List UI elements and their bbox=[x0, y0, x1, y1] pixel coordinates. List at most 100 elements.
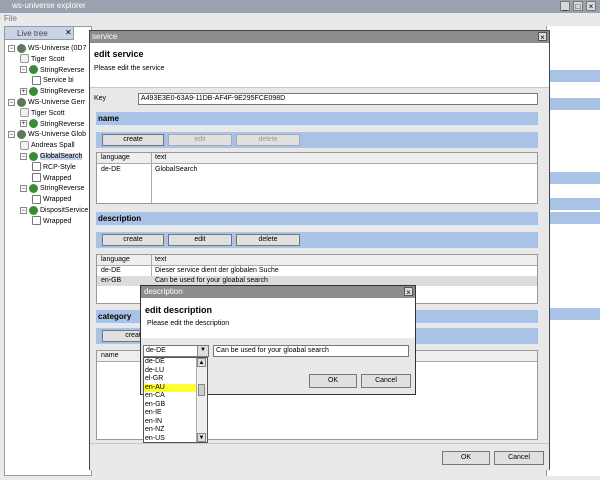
service-icon bbox=[29, 86, 38, 96]
table-row[interactable]: de-DE Dieser service dient der globalen … bbox=[97, 266, 537, 276]
tree-item[interactable]: Andreas Spall bbox=[20, 140, 75, 151]
name-button-row: create edit delete bbox=[96, 132, 538, 148]
binding-icon bbox=[32, 173, 41, 183]
tree-item[interactable]: − WS-Universe Gerr bbox=[8, 97, 85, 108]
category-section-label: category bbox=[98, 312, 132, 321]
tree-item-label: GlobalSearch bbox=[40, 153, 83, 160]
tree-item-label: WS-Universe Glob bbox=[28, 131, 86, 139]
tree-item[interactable]: Tiger Scott bbox=[20, 108, 65, 119]
language-option[interactable]: en-NZ bbox=[144, 426, 198, 435]
collapse-icon[interactable]: − bbox=[8, 131, 15, 139]
chevron-down-icon[interactable]: ▼ bbox=[197, 346, 208, 356]
description-dialog-titlebar: description × bbox=[141, 286, 415, 298]
language-option[interactable]: de-DE bbox=[144, 358, 198, 367]
row-text: Dieser service dient der globalen Suche bbox=[155, 267, 279, 274]
tree-item[interactable]: − GlobalSearch bbox=[20, 151, 83, 162]
description-table-header: language text bbox=[97, 255, 537, 266]
tree-item[interactable]: RCP-Style bbox=[32, 162, 76, 173]
expand-icon[interactable]: + bbox=[20, 120, 27, 128]
service-icon bbox=[29, 65, 38, 75]
language-option[interactable]: de-LU bbox=[144, 367, 198, 376]
tree-item[interactable]: − StringReverse bbox=[20, 65, 84, 76]
language-option[interactable]: en-US bbox=[144, 435, 198, 443]
scroll-thumb[interactable] bbox=[198, 384, 205, 396]
world-icon bbox=[17, 97, 26, 107]
language-option[interactable]: en-IN bbox=[144, 418, 198, 427]
tree-item-label: Tiger Scott bbox=[31, 55, 65, 63]
tree-item[interactable]: Wrapped bbox=[32, 194, 71, 205]
service-icon bbox=[29, 119, 38, 129]
tree-item-label: RCP-Style bbox=[43, 163, 76, 171]
collapse-icon[interactable]: − bbox=[20, 206, 27, 214]
tree-item[interactable]: − DispositService bbox=[20, 205, 88, 216]
description-text-field[interactable]: Can be used for your gloabal search bbox=[213, 345, 409, 357]
background-band bbox=[547, 70, 600, 82]
expand-icon[interactable]: + bbox=[20, 87, 27, 95]
binding-icon bbox=[32, 76, 41, 86]
background-band bbox=[547, 98, 600, 110]
description-ok-button[interactable]: OK bbox=[309, 374, 357, 388]
name-delete-button[interactable]: delete bbox=[236, 134, 300, 146]
collapse-icon[interactable]: − bbox=[8, 44, 15, 52]
language-option[interactable]: en-AU bbox=[144, 383, 198, 392]
tree-item-label: StringReverse bbox=[40, 185, 85, 193]
tree-item[interactable]: Tiger Scott bbox=[20, 54, 65, 65]
description-dialog-close-icon[interactable]: × bbox=[404, 287, 413, 297]
column-header-text: text bbox=[155, 256, 167, 263]
language-dropdown-list[interactable]: de-DE de-LU el-GR en-AU en-CA en-GB en-IE en-IN… bbox=[143, 357, 208, 443]
collapse-icon[interactable]: − bbox=[20, 152, 27, 160]
tab-close-icon[interactable]: ✕ bbox=[65, 28, 72, 37]
language-select[interactable]: de-DE ▼ bbox=[143, 345, 209, 357]
scroll-up-icon[interactable]: ▲ bbox=[197, 358, 206, 367]
language-option[interactable]: en-IE bbox=[144, 409, 198, 418]
world-icon bbox=[17, 43, 26, 53]
collapse-icon[interactable]: − bbox=[20, 66, 27, 74]
tree-item[interactable]: − WS-Universe Glob bbox=[8, 129, 86, 140]
column-divider bbox=[151, 153, 152, 203]
tree-item-label: Tiger Scott bbox=[31, 109, 65, 117]
tree-item-label: StringReverse bbox=[40, 88, 85, 96]
description-cancel-button[interactable]: Cancel bbox=[361, 374, 411, 388]
description-edit-button[interactable]: edit bbox=[168, 234, 232, 246]
name-create-button[interactable]: create bbox=[102, 134, 164, 146]
tree-item[interactable]: − WS-Universe (0D7 bbox=[8, 43, 86, 54]
tree-item-label: Service bi bbox=[43, 77, 74, 85]
key-field[interactable]: A493E3E0-63A9-11DB-AF4F-9E295FCE098D bbox=[138, 93, 538, 105]
service-ok-button[interactable]: OK bbox=[442, 451, 490, 465]
tab-live-tree[interactable]: Live tree ✕ bbox=[4, 26, 74, 40]
tree-item[interactable]: + StringReverse bbox=[20, 86, 84, 97]
person-icon bbox=[20, 140, 29, 150]
service-dialog-footer: OK Cancel bbox=[90, 443, 549, 470]
menu-file[interactable]: File bbox=[4, 14, 17, 23]
tree-item[interactable]: Service bi bbox=[32, 75, 74, 86]
background-band bbox=[547, 172, 600, 184]
service-dialog-close-icon[interactable]: × bbox=[538, 32, 547, 42]
language-option[interactable]: en-GB bbox=[144, 401, 198, 410]
maximize-icon[interactable]: □ bbox=[573, 1, 583, 11]
collapse-icon[interactable]: − bbox=[20, 185, 27, 193]
description-delete-button[interactable]: delete bbox=[236, 234, 300, 246]
background-band bbox=[547, 212, 600, 224]
tree-item[interactable]: + StringReverse bbox=[20, 119, 84, 130]
language-list-scrollbar[interactable]: ▲ ▼ bbox=[196, 358, 207, 442]
scroll-down-icon[interactable]: ▼ bbox=[197, 433, 206, 442]
table-row[interactable]: de-DE GlobalSearch bbox=[97, 165, 537, 175]
close-icon[interactable]: × bbox=[586, 1, 596, 11]
tree-item-label: Wrapped bbox=[43, 174, 72, 182]
name-edit-button[interactable]: edit bbox=[168, 134, 232, 146]
description-create-button[interactable]: create bbox=[102, 234, 164, 246]
collapse-icon[interactable]: − bbox=[8, 98, 15, 106]
column-header-text: text bbox=[155, 154, 167, 161]
description-dialog-subtitle: Please edit the description bbox=[147, 320, 230, 327]
tree-item[interactable]: Wrapped bbox=[32, 216, 71, 227]
tree-item[interactable]: Wrapped bbox=[32, 173, 71, 184]
name-table: language text de-DE GlobalSearch bbox=[96, 152, 538, 204]
minimize-icon[interactable]: _ bbox=[560, 1, 570, 11]
column-header-name: name bbox=[101, 352, 119, 359]
column-header-language: language bbox=[101, 256, 130, 263]
language-option[interactable]: el-GR bbox=[144, 375, 198, 384]
language-option[interactable]: en-CA bbox=[144, 392, 198, 401]
service-cancel-button[interactable]: Cancel bbox=[494, 451, 544, 465]
service-icon bbox=[29, 184, 38, 194]
tree-item[interactable]: − StringReverse bbox=[20, 183, 84, 194]
